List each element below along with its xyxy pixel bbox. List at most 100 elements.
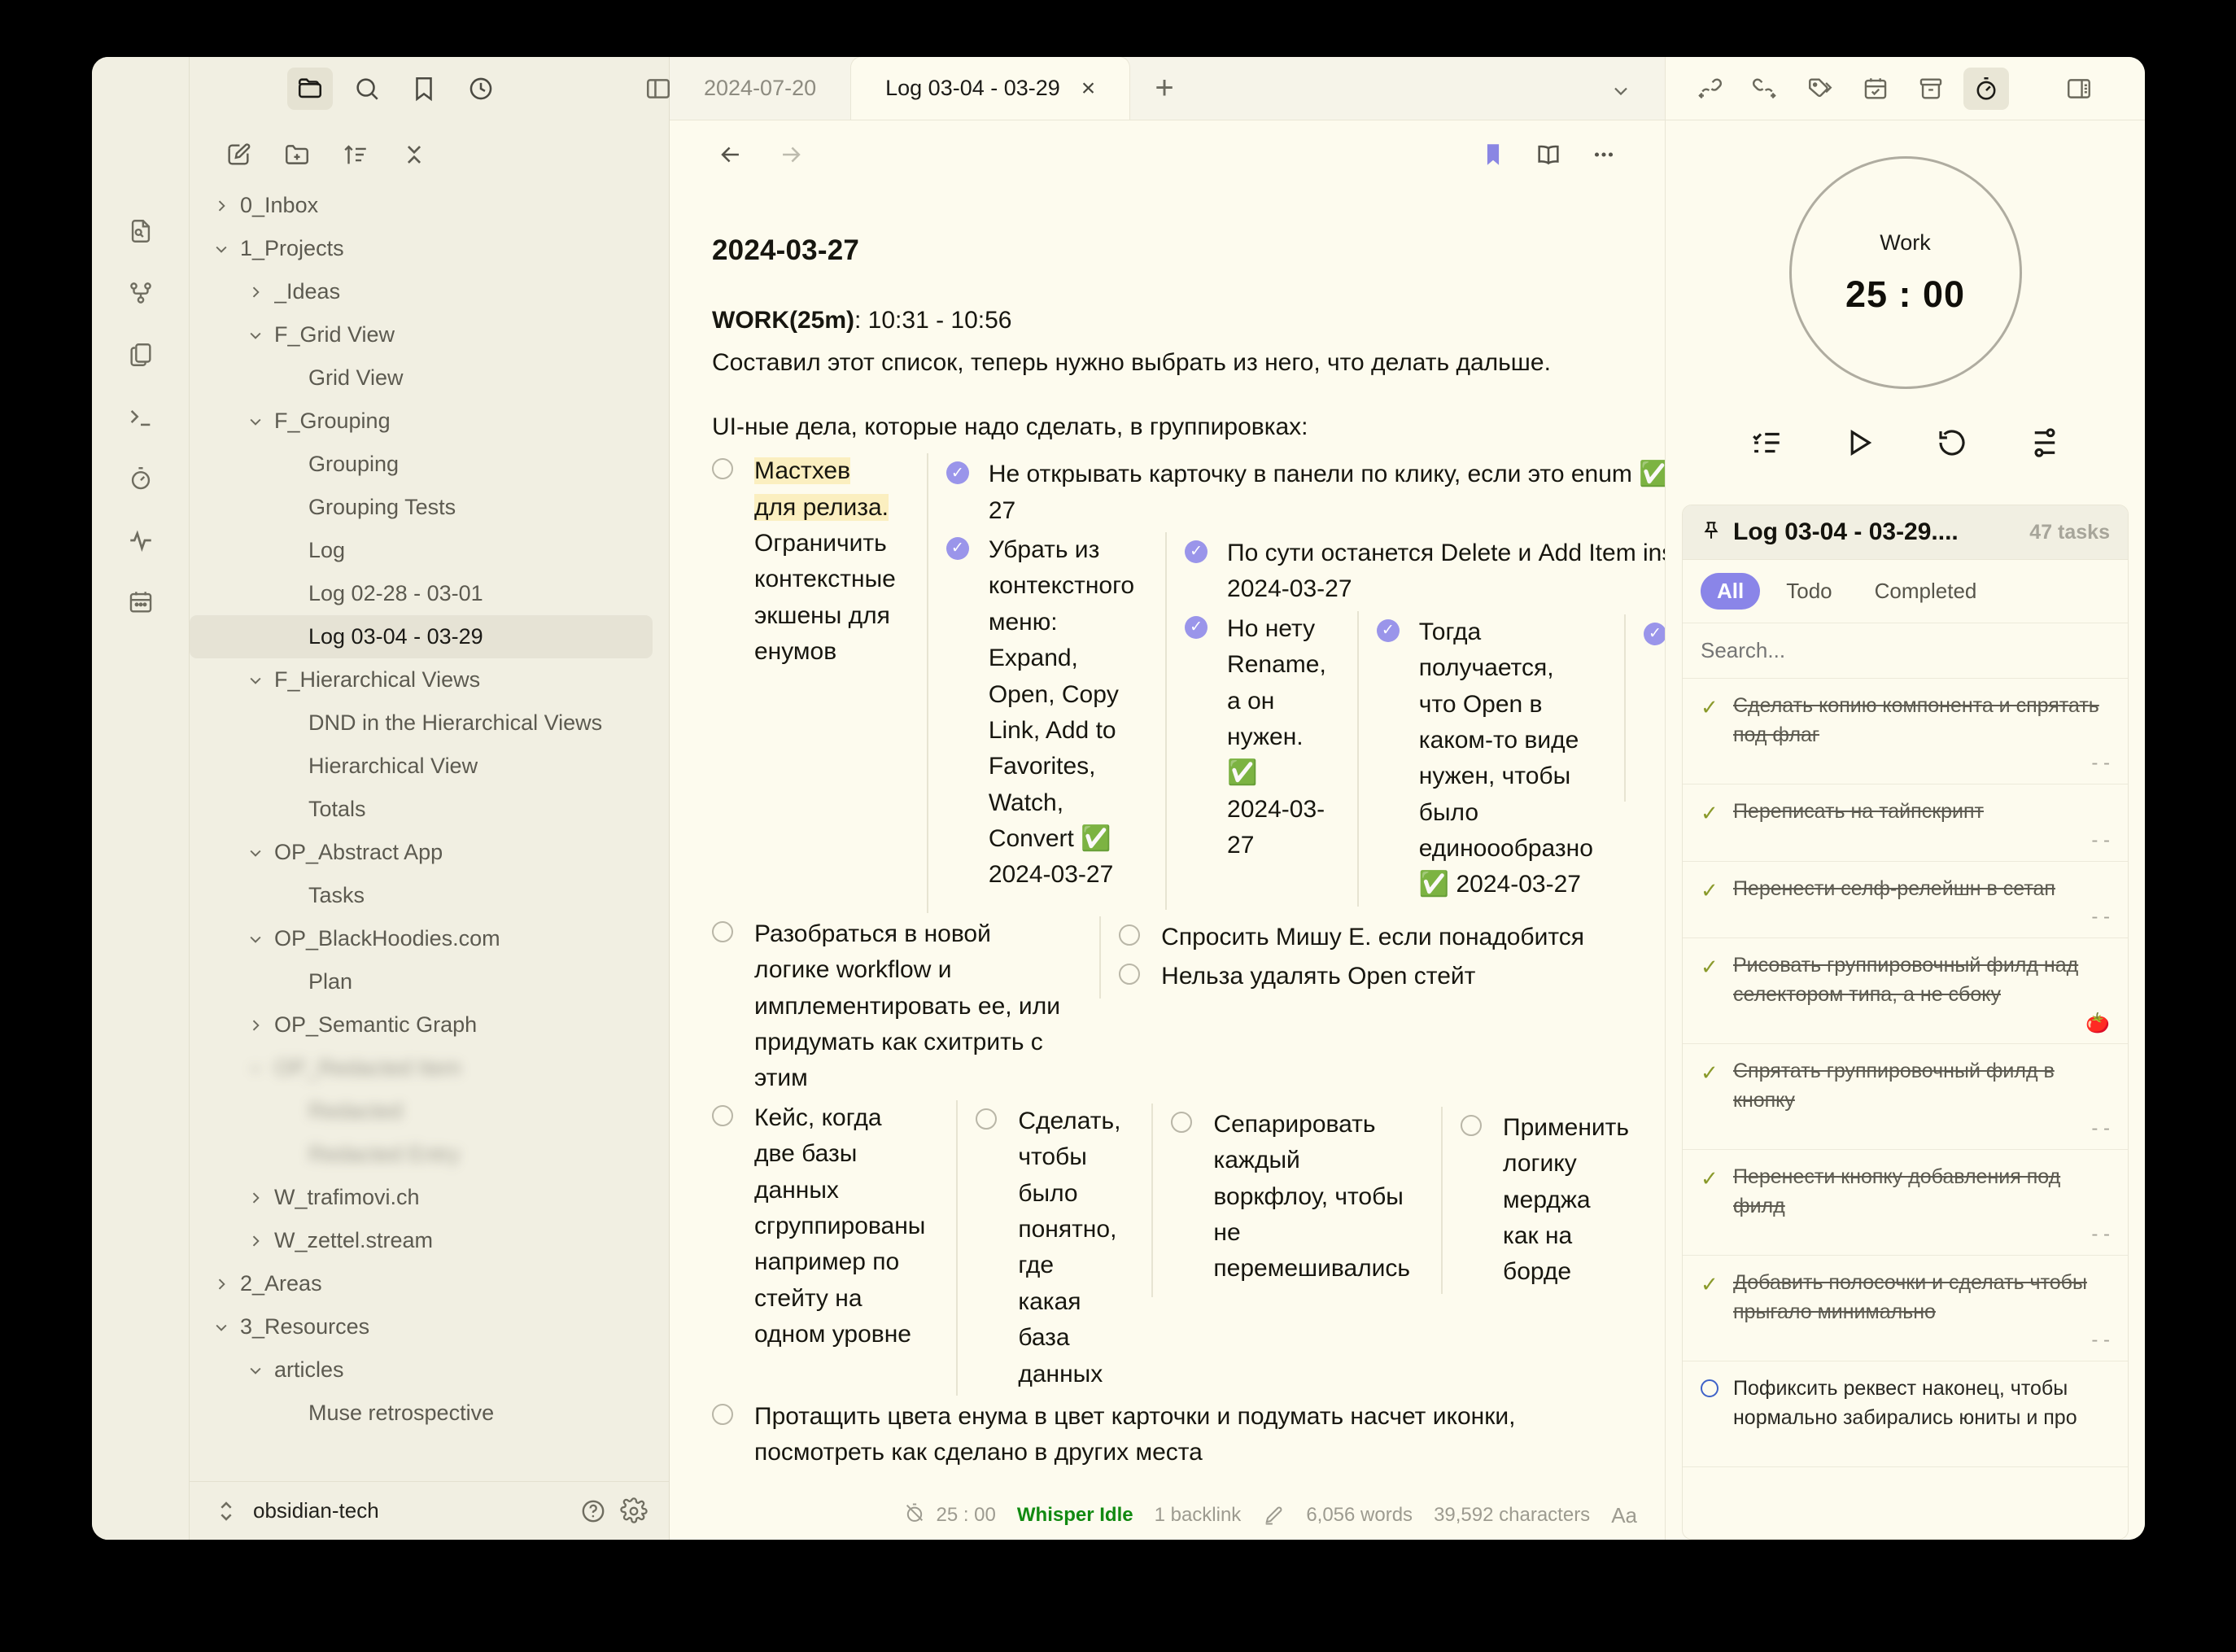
chevron-down-icon[interactable] <box>243 841 268 865</box>
terminal-icon[interactable] <box>121 397 160 436</box>
checklist-item[interactable]: Применить логику мерджа как на борде <box>1461 1110 1629 1291</box>
task-row[interactable]: ✓Рисовать группировочный филд над селект… <box>1683 938 2128 1044</box>
chevron-right-icon[interactable] <box>243 1186 268 1210</box>
collapse-all-icon[interactable] <box>398 138 430 171</box>
toggle-right-panel-icon[interactable] <box>2056 68 2102 110</box>
document-content[interactable]: 2024-03-27 WORK(25m): 10:31 - 10:56 Сост… <box>670 189 1665 1540</box>
task-row[interactable]: ✓Перенести кнопку добавления под филд- - <box>1683 1150 2128 1256</box>
graph-icon[interactable] <box>121 273 160 312</box>
new-folder-icon[interactable] <box>281 138 313 171</box>
checklist-item[interactable]: Кейс, когда две базы данных сгруппирован… <box>712 1100 1584 1396</box>
copy-files-icon[interactable] <box>121 335 160 374</box>
checkbox-unchecked-icon[interactable] <box>976 1108 1007 1130</box>
tree-item[interactable]: Grouping <box>190 443 653 486</box>
bookmark-filled-icon[interactable] <box>1474 136 1512 173</box>
checkbox-unchecked-icon[interactable] <box>712 458 743 479</box>
new-tab-button[interactable]: + <box>1130 57 1198 120</box>
arrow-left-icon[interactable] <box>712 136 749 173</box>
search-input[interactable] <box>1701 638 2110 663</box>
filter-todo[interactable]: Todo <box>1770 573 1848 610</box>
status-timer[interactable]: 25 : 00 <box>903 1501 995 1530</box>
tree-item[interactable]: Grouping Tests <box>190 486 653 529</box>
chevron-down-icon[interactable] <box>243 323 268 347</box>
pencil-icon[interactable] <box>1262 1504 1285 1527</box>
chevron-right-icon[interactable] <box>243 1013 268 1038</box>
chevron-right-icon[interactable] <box>243 280 268 304</box>
tree-item[interactable]: OP_BlackHoodies.com <box>190 917 653 960</box>
more-horizontal-icon[interactable] <box>1585 136 1622 173</box>
task-checkbox-checked-icon[interactable]: ✓ <box>1701 697 1722 719</box>
tree-item[interactable]: articles <box>190 1348 653 1392</box>
outgoing-links-icon[interactable] <box>1742 68 1788 110</box>
tree-item[interactable]: Grid View <box>190 356 653 400</box>
chevron-right-icon[interactable] <box>243 1229 268 1253</box>
tree-item[interactable]: 2_Areas <box>190 1262 653 1305</box>
checkbox-checked-icon[interactable]: ✓ <box>1644 623 1665 645</box>
archive-icon[interactable] <box>1908 68 1954 110</box>
tree-item[interactable]: F_Grid View <box>190 313 653 356</box>
chevron-down-icon[interactable] <box>243 1056 268 1081</box>
task-checkbox-checked-icon[interactable]: ✓ <box>1701 880 1722 902</box>
tree-item[interactable]: Hierarchical View <box>190 745 653 788</box>
chevron-down-icon[interactable] <box>243 927 268 951</box>
activity-icon[interactable] <box>121 521 160 560</box>
checkbox-unchecked-icon[interactable] <box>712 921 743 942</box>
checklist-item[interactable]: ✓Но нету Rename, а он нужен. ✅ 2024-03-2… <box>1185 611 1665 907</box>
close-tab-button[interactable]: × <box>1081 75 1096 103</box>
gear-icon[interactable] <box>620 1497 648 1525</box>
file-search-icon[interactable] <box>121 212 160 251</box>
task-row[interactable]: ✓Сделать копию компонента и спрятать под… <box>1683 679 2128 784</box>
checklist-item[interactable]: ✓Тогда получается, что Open в каком-то в… <box>1377 614 1665 903</box>
tree-item[interactable]: _Ideas <box>190 270 653 313</box>
status-backlinks[interactable]: 1 backlink <box>1155 1504 1242 1527</box>
checklist-item[interactable]: ✓Сделаю когда попросят ✅ 2024-03-27 <box>1644 618 1665 798</box>
checkbox-unchecked-icon[interactable] <box>1461 1115 1491 1136</box>
tree-item[interactable]: DND in the Hierarchical Views <box>190 701 653 745</box>
checklist-item[interactable]: Разобраться в новой логике workflow и им… <box>712 916 1584 1097</box>
task-row[interactable]: ✓Спрятать группировочный филд в кнопку- … <box>1683 1044 2128 1150</box>
checkbox-checked-icon[interactable]: ✓ <box>1185 616 1216 639</box>
task-row[interactable]: ✓Переписать на тайпскрипт- - <box>1683 784 2128 862</box>
checklist-item[interactable]: Мастхев для релиза. Ограничить контекстн… <box>712 453 1584 913</box>
checkbox-unchecked-icon[interactable] <box>1119 964 1150 985</box>
checkbox-unchecked-icon[interactable] <box>712 1404 743 1425</box>
chevron-down-icon[interactable] <box>243 409 268 434</box>
task-checkbox-checked-icon[interactable]: ✓ <box>1701 802 1722 824</box>
checklist-item[interactable]: Нельза удалять Open стейт <box>1119 959 1584 994</box>
checkbox-checked-icon[interactable]: ✓ <box>1377 619 1408 642</box>
status-character-count[interactable]: 39,592 characters <box>1434 1504 1590 1527</box>
checklist-item[interactable]: Спросить Мишу Е. если понадобится <box>1119 920 1584 955</box>
checklist-item[interactable]: Протащить цвета енума в цвет карточки и … <box>712 1399 1584 1471</box>
chevron-right-icon[interactable] <box>209 194 234 218</box>
tree-item[interactable]: OP_Semantic Graph <box>190 1003 653 1047</box>
search-icon[interactable] <box>344 68 390 110</box>
vault-name[interactable]: obsidian-tech <box>253 1498 566 1523</box>
status-whisper[interactable]: Whisper Idle <box>1017 1504 1133 1527</box>
task-checkbox-checked-icon[interactable]: ✓ <box>1701 956 1722 978</box>
calendar-icon[interactable] <box>121 583 160 622</box>
tree-item[interactable]: Log 03-04 - 03-29 <box>190 615 653 658</box>
chevron-down-icon[interactable] <box>209 237 234 261</box>
tab-2024-07-20[interactable]: 2024-07-20 <box>670 57 850 120</box>
checkbox-checked-icon[interactable]: ✓ <box>946 461 977 484</box>
checklist-item[interactable]: ✓Не открывать карточку в панели по клику… <box>946 457 1665 529</box>
filter-all[interactable]: All <box>1701 573 1760 610</box>
checklist-item[interactable]: ✓По сути останется Delete и Add Item ins… <box>1185 535 1665 608</box>
help-circle-icon[interactable] <box>579 1497 607 1525</box>
task-checkbox-unchecked-icon[interactable] <box>1701 1379 1722 1397</box>
task-row[interactable]: Пофиксить реквест наконец, чтобы нормаль… <box>1683 1361 2128 1467</box>
tree-item[interactable]: W_trafimovi.ch <box>190 1176 653 1219</box>
checkbox-unchecked-icon[interactable] <box>712 1105 743 1126</box>
pin-icon[interactable] <box>1701 520 1722 545</box>
chevron-down-icon[interactable] <box>243 668 268 693</box>
pomodoro-timer-icon[interactable] <box>1963 68 2009 110</box>
backlinks-icon[interactable] <box>1687 68 1732 110</box>
calendar-tasks-icon[interactable] <box>1853 68 1898 110</box>
recent-clock-icon[interactable] <box>458 68 504 110</box>
checkbox-unchecked-icon[interactable] <box>1119 924 1150 946</box>
checkbox-checked-icon[interactable]: ✓ <box>946 537 977 560</box>
tags-icon[interactable] <box>1797 68 1843 110</box>
tree-item[interactable]: Redacted Entry <box>190 1133 653 1176</box>
task-checkbox-checked-icon[interactable]: ✓ <box>1701 1062 1722 1084</box>
book-open-icon[interactable] <box>1530 136 1567 173</box>
